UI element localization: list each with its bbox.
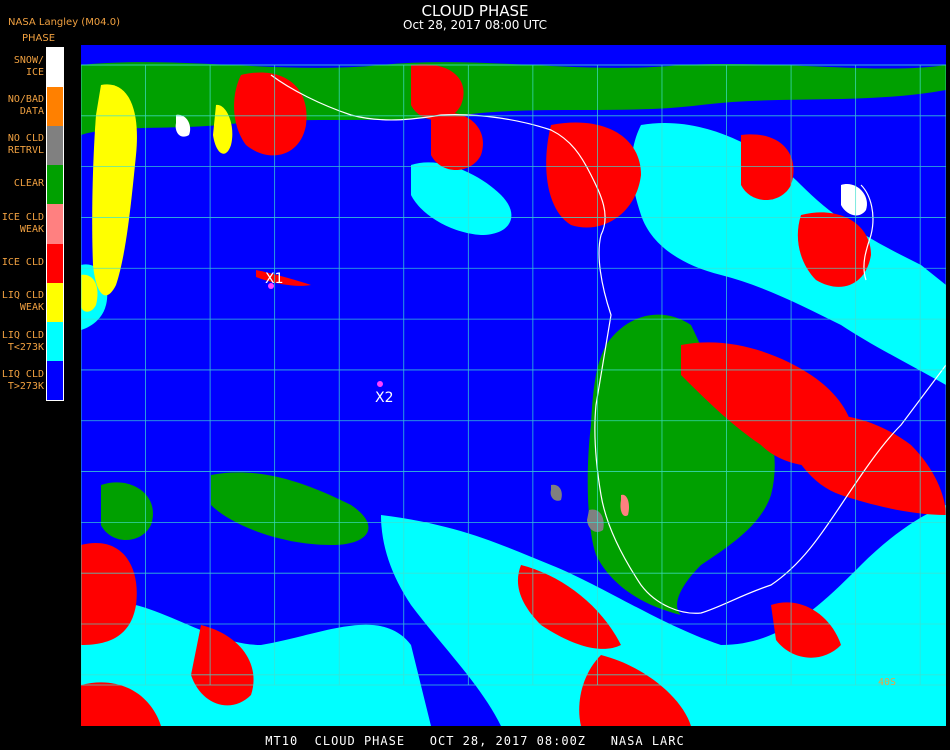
cloud-phase-map: X1 X2 40S — [81, 45, 946, 726]
legend-label-ice-weak: ICE CLD WEAK — [1, 211, 44, 235]
legend-swatch-7 — [47, 321, 63, 361]
footer-caption: MT10 CLOUD PHASE OCT 28, 2017 08:00Z NAS… — [265, 734, 685, 748]
legend-label-liq-weak: LIQ CLD WEAK — [1, 289, 44, 313]
map-canvas: X1 X2 40S — [81, 45, 946, 726]
legend-label-no-cld-retrvl: NO CLD RETRVL — [7, 132, 44, 156]
legend-label-no-bad-data: NO/BAD DATA — [7, 93, 44, 117]
legend-swatch-3 — [47, 165, 63, 205]
legend-swatch-2 — [47, 126, 63, 166]
timestamp: Oct 28, 2017 08:00 UTC — [403, 18, 547, 32]
legend-label-clear: CLEAR — [13, 177, 44, 189]
producer-label: NASA Langley (M04.0) — [8, 17, 120, 28]
legend-swatch-8 — [47, 360, 63, 400]
marker-x2-label: X2 — [375, 390, 394, 406]
marker-x1-label: X1 — [265, 271, 284, 287]
marker-x2-dot — [377, 381, 383, 387]
lat-label-40s: 40S — [878, 677, 896, 688]
legend-color-bar — [46, 47, 64, 401]
header: CLOUD PHASE Oct 28, 2017 08:00 UTC NASA … — [0, 0, 950, 46]
region-bad-data — [81, 45, 946, 49]
legend-swatch-4 — [47, 204, 63, 244]
legend-label-liq-warm: LIQ CLD T>273K — [1, 368, 44, 392]
legend-label-liq-cold: LIQ CLD T<273K — [1, 329, 44, 353]
legend-swatch-6 — [47, 282, 63, 322]
legend-swatch-0 — [47, 48, 63, 88]
legend-labels: SNOW/ICE NO/BAD DATA NO CLD RETRVL CLEAR I… — [0, 47, 44, 401]
legend-label-snow-ice: SNOW/ICE — [13, 54, 44, 78]
legend-title: PHASE — [22, 33, 56, 44]
marker-x1: X1 — [265, 271, 284, 289]
legend-swatch-1 — [47, 87, 63, 127]
legend-label-ice: ICE CLD — [1, 256, 44, 268]
legend-swatch-5 — [47, 243, 63, 283]
